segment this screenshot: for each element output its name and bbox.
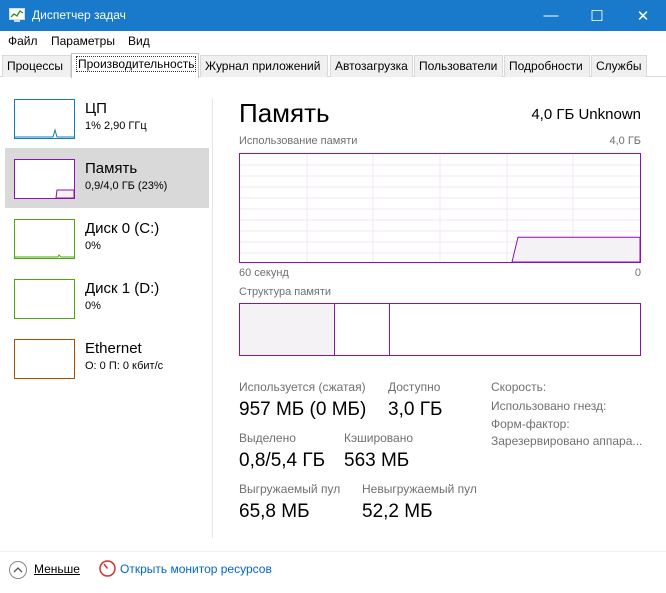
usage-graph-label: Использование памяти	[239, 135, 358, 147]
memory-thumbnail-graph	[14, 159, 75, 199]
tab-users[interactable]: Пользователи	[414, 55, 503, 77]
tab-performance[interactable]: Производительность	[71, 53, 199, 78]
memory-details-pane: Память 4,0 ГБ Unknown Использование памя…	[239, 78, 643, 538]
committed-value: 0,8/5,4 ГБ	[239, 450, 326, 471]
composition-modified	[335, 304, 390, 355]
composition-label: Структура памяти	[239, 286, 332, 298]
fewer-details-button[interactable]: Меньше	[34, 562, 80, 576]
memory-usage-graph	[239, 153, 641, 263]
cpu-thumbnail-line	[15, 128, 74, 138]
memory-heading: Память	[239, 98, 330, 128]
composition-in-use	[240, 304, 335, 355]
tab-performance-label: Производительность	[76, 56, 197, 72]
tab-processes[interactable]: Процессы	[2, 55, 71, 77]
tab-app-history[interactable]: Журнал приложений	[200, 55, 328, 77]
menu-bar: Файл Параметры Вид	[0, 31, 666, 52]
device-memory[interactable]: Память 0,9/4,0 ГБ (23%)	[5, 148, 209, 208]
disk0-thumbnail-graph	[14, 219, 75, 259]
time-axis-left: 60 секунд	[239, 267, 289, 279]
bottom-bar: Меньше Открыть монитор ресурсов	[0, 551, 666, 585]
window-title: Диспетчер задач	[32, 8, 126, 22]
cached-value: 563 МБ	[344, 450, 410, 471]
menu-view[interactable]: Вид	[128, 34, 150, 48]
device-ethernet[interactable]: Ethernet О: 0 П: 0 кбит/с	[5, 328, 209, 388]
pane-splitter[interactable]	[212, 98, 213, 538]
ethernet-thumbnail-graph	[14, 339, 75, 379]
paged-pool-label: Выгружаемый пул	[239, 482, 341, 496]
available-value: 3,0 ГБ	[388, 399, 443, 420]
nonpaged-pool-label: Невыгружаемый пул	[362, 482, 477, 496]
disk1-thumbnail-graph	[14, 279, 75, 319]
memory-thumbnail-fill	[55, 189, 75, 199]
memory-total: 4,0 ГБ Unknown	[531, 106, 641, 123]
title-bar: Диспетчер задач — ☐ ✕	[0, 0, 666, 31]
device-disk0-name: Диск 0 (C:)	[85, 220, 160, 237]
device-cpu[interactable]: ЦП 1% 2,90 ГГц	[5, 88, 209, 148]
resource-monitor-icon	[99, 560, 116, 577]
menu-file[interactable]: Файл	[8, 34, 38, 48]
nonpaged-pool-value: 52,2 МБ	[362, 501, 433, 522]
tab-services[interactable]: Службы	[591, 55, 647, 77]
in-use-value: 957 МБ (0 МБ)	[239, 399, 367, 420]
device-disk0[interactable]: Диск 0 (C:) 0%	[5, 208, 209, 268]
memory-usage-area	[511, 236, 641, 263]
device-memory-name: Память	[85, 160, 138, 177]
device-disk1-name: Диск 1 (D:)	[85, 280, 160, 297]
cached-label: Кэшировано	[344, 431, 414, 445]
committed-label: Выделено	[239, 431, 296, 445]
device-disk1-detail: 0%	[85, 300, 101, 312]
device-ethernet-name: Ethernet	[85, 340, 142, 357]
open-resource-monitor-link[interactable]: Открыть монитор ресурсов	[120, 562, 272, 576]
disk0-thumbnail-line	[15, 254, 74, 258]
minimize-button[interactable]: —	[528, 0, 574, 31]
device-memory-detail: 0,9/4,0 ГБ (23%)	[85, 180, 168, 192]
speed-label: Скорость:	[491, 380, 547, 394]
device-list: ЦП 1% 2,90 ГГц Память 0,9/4,0 ГБ (23%) Д…	[0, 78, 212, 538]
usage-graph-max: 4,0 ГБ	[609, 135, 641, 147]
available-label: Доступно	[388, 380, 441, 394]
in-use-label: Используется (сжатая)	[239, 380, 366, 394]
device-cpu-name: ЦП	[85, 100, 107, 117]
time-axis-right: 0	[634, 267, 641, 279]
slots-used-label: Использовано гнезд:	[491, 399, 607, 413]
device-ethernet-detail: О: 0 П: 0 кбит/с	[85, 360, 164, 372]
device-disk0-detail: 0%	[85, 240, 101, 252]
memory-usage-svg	[240, 154, 641, 263]
paged-pool-value: 65,8 МБ	[239, 501, 310, 522]
tab-strip: Процессы Производительность Журнал прило…	[0, 52, 666, 78]
menu-options[interactable]: Параметры	[51, 34, 115, 48]
hardware-reserved-label: Зарезервировано аппара...	[491, 434, 643, 448]
maximize-button[interactable]: ☐	[574, 0, 620, 31]
cpu-thumbnail-graph	[14, 99, 75, 139]
close-button[interactable]: ✕	[620, 0, 666, 31]
tab-startup[interactable]: Автозагрузка	[330, 55, 413, 77]
device-disk1[interactable]: Диск 1 (D:) 0%	[5, 268, 209, 328]
chevron-up-icon[interactable]	[9, 561, 27, 579]
task-manager-icon	[9, 8, 25, 22]
tab-details[interactable]: Подробности	[504, 55, 590, 77]
device-cpu-detail: 1% 2,90 ГГц	[85, 120, 147, 132]
form-factor-label: Форм-фактор:	[491, 417, 570, 431]
memory-composition-bar	[239, 303, 641, 356]
